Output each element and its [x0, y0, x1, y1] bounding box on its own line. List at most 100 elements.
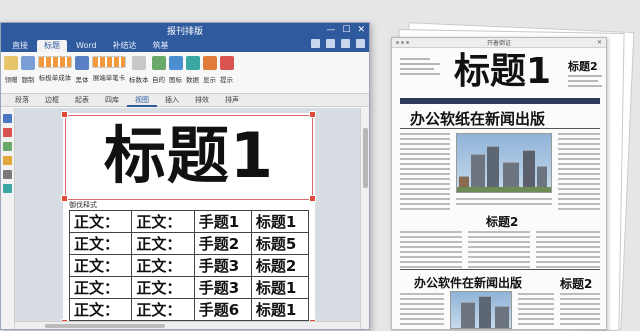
comment-panel-icon[interactable] [3, 184, 12, 193]
table-row[interactable]: 正文： 正文： 手题2 标题5 [68, 232, 310, 255]
bookmark-icon[interactable] [3, 128, 12, 137]
subtab-5[interactable]: 插入 [157, 94, 187, 107]
table-cell[interactable]: 标题2 [250, 254, 310, 277]
table-cell[interactable]: 标题1 [250, 276, 310, 299]
minimize-icon[interactable]: — [326, 25, 335, 35]
font-icon [75, 56, 89, 70]
subtab-6[interactable]: 排效 [187, 94, 217, 107]
subtab-2[interactable]: 起表 [67, 94, 97, 107]
ribbon-btn-8[interactable]: 数据 [185, 54, 200, 91]
subtab-3[interactable]: 四库 [97, 94, 127, 107]
ribbon-btn-0[interactable]: 领赠 [4, 54, 18, 91]
ribbon-btn-6[interactable]: 自的 [151, 54, 166, 91]
tip-icon [219, 56, 234, 70]
subtab-4[interactable]: 视图 [127, 94, 157, 107]
document-area: 标题1 御伐释式 正文： 正文： 手题1 标题1 正文： 正文： 手题2 标题5 正文： 正文：手… [1, 108, 369, 329]
style-label: 御伐释式 [69, 201, 97, 209]
nav-icon[interactable] [3, 114, 12, 123]
horizontal-scrollbar[interactable] [15, 321, 360, 329]
ribbon-btn-4[interactable]: 展端单笔卡 [92, 54, 126, 91]
table-cell[interactable]: 手题6 [193, 298, 252, 321]
table-cell[interactable]: 正文： [68, 254, 133, 277]
table-cell[interactable]: 标题5 [250, 232, 310, 255]
paste-icon [4, 56, 18, 70]
word-window-title: 报刊排版 [166, 27, 203, 37]
table-cell[interactable]: 正文： [131, 298, 195, 321]
share-icon[interactable] [311, 39, 320, 48]
settings-icon[interactable] [341, 39, 350, 48]
table-cell[interactable]: 手题2 [193, 232, 252, 255]
resize-handle-ml[interactable] [61, 195, 68, 202]
ribbon-btn-3[interactable]: 黑体 [75, 54, 89, 91]
city-photo [456, 133, 552, 193]
table-row[interactable]: 正文： 正文： 手题6 标题1 [68, 298, 310, 321]
building-photo [450, 291, 512, 329]
find-icon[interactable] [3, 156, 12, 165]
left-toolbar [1, 108, 15, 329]
maximize-icon[interactable]: ☐ [342, 25, 350, 35]
ribbon-tabs: 直接 标题 Word 补结达 筑基 [1, 38, 369, 52]
newspaper-close-icon[interactable]: ✕ [597, 39, 602, 46]
close-icon[interactable]: ✕ [357, 25, 365, 35]
tab-3[interactable]: 补结达 [106, 40, 144, 52]
subheadline: 标题2 [486, 215, 519, 229]
ribbon-btn-9[interactable]: 显示 [202, 54, 217, 91]
outline-icon[interactable] [3, 142, 12, 151]
subtab-1[interactable]: 边框 [37, 94, 67, 107]
table-row[interactable]: 正文： 正文： 手题3 标题1 [68, 276, 310, 299]
table-cell[interactable]: 正文： [68, 232, 133, 255]
document-page: 标题1 御伐释式 正文： 正文： 手题1 标题1 正文： 正文： 手题2 标题5 正文： 正文：手… [61, 111, 316, 326]
tab-1[interactable]: 标题 [37, 40, 67, 52]
ribbon-btn-10[interactable]: 提示 [219, 54, 234, 91]
table-row[interactable]: 正文： 正文： 手题1 标题1 [68, 210, 310, 233]
view-icon [202, 56, 217, 70]
lower-side-title: 标题2 [560, 277, 593, 291]
table-row[interactable]: 正文： 正文： 手题3 标题2 [68, 254, 310, 277]
table-cell[interactable]: 手题3 [193, 254, 252, 277]
table-cell[interactable]: 手题3 [193, 276, 252, 299]
tab-2[interactable]: Word [69, 40, 104, 52]
subtab-0[interactable]: 段落 [7, 94, 37, 107]
table-cell[interactable]: 正文： [131, 276, 195, 299]
table-cell[interactable]: 正文： [68, 210, 133, 233]
table-cell[interactable]: 正文： [131, 232, 195, 255]
comment-icon[interactable] [326, 39, 335, 48]
headline-lower: 办公软件在新闻出版 [414, 276, 523, 290]
ribbon-btn-7[interactable]: 图标 [168, 54, 183, 91]
ribbon-btn-2[interactable]: 标极单成体 [38, 54, 72, 91]
table-cell[interactable]: 正文： [131, 254, 195, 277]
table-cell[interactable]: 标题1 [250, 298, 310, 321]
resize-handle-tr[interactable] [309, 111, 316, 118]
document-title[interactable]: 标题1 [73, 117, 305, 195]
resize-handle-mr[interactable] [309, 195, 316, 202]
account-icon[interactable] [356, 39, 365, 48]
format-icon [21, 56, 35, 70]
hscroll-thumb[interactable] [45, 324, 165, 328]
word-title-bar: 报刊排版 — ☐ ✕ [1, 23, 369, 38]
banner-bar [400, 98, 600, 104]
vscroll-thumb[interactable] [363, 128, 368, 188]
tab-0[interactable]: 直接 [5, 40, 35, 52]
table-cell[interactable]: 正文： [131, 210, 195, 233]
headline-main: 办公软纸在新闻出版 [410, 110, 546, 128]
vertical-scrollbar[interactable] [360, 108, 369, 329]
page-icon[interactable] [3, 170, 12, 179]
table-cell[interactable]: 正文： [68, 298, 133, 321]
content-table[interactable]: 正文： 正文： 手题1 标题1 正文： 正文： 手题2 标题5 正文： 正文： 手题3 标题2 正文：正… [68, 210, 310, 321]
table-cell[interactable]: 手题1 [193, 210, 252, 233]
table-icon [131, 56, 146, 70]
masthead-title: 标题1 [454, 51, 552, 92]
subtab-7[interactable]: 排声 [217, 94, 247, 107]
table-cell[interactable]: 正文： [68, 276, 133, 299]
masthead: 标题1 标题2 [392, 48, 606, 103]
style-gallery-icon [38, 56, 72, 68]
ribbon-btn-1[interactable]: 题制 [21, 54, 35, 91]
image-icon [151, 56, 166, 70]
newspaper-window: 开着倒证 ✕ 标题1 标题2 办公软纸在新闻出版 标题2 办公软件在新闻出版 标… [391, 37, 607, 330]
tab-4[interactable]: 筑基 [146, 40, 176, 52]
secondary-tabs: 段落 边框 起表 四库 视图 插入 排效 排声 [1, 94, 369, 107]
resize-handle-tl[interactable] [61, 111, 68, 118]
chart-icon [168, 56, 183, 70]
ribbon-btn-5[interactable]: 标数本 [129, 54, 149, 91]
table-cell[interactable]: 标题1 [250, 210, 310, 233]
